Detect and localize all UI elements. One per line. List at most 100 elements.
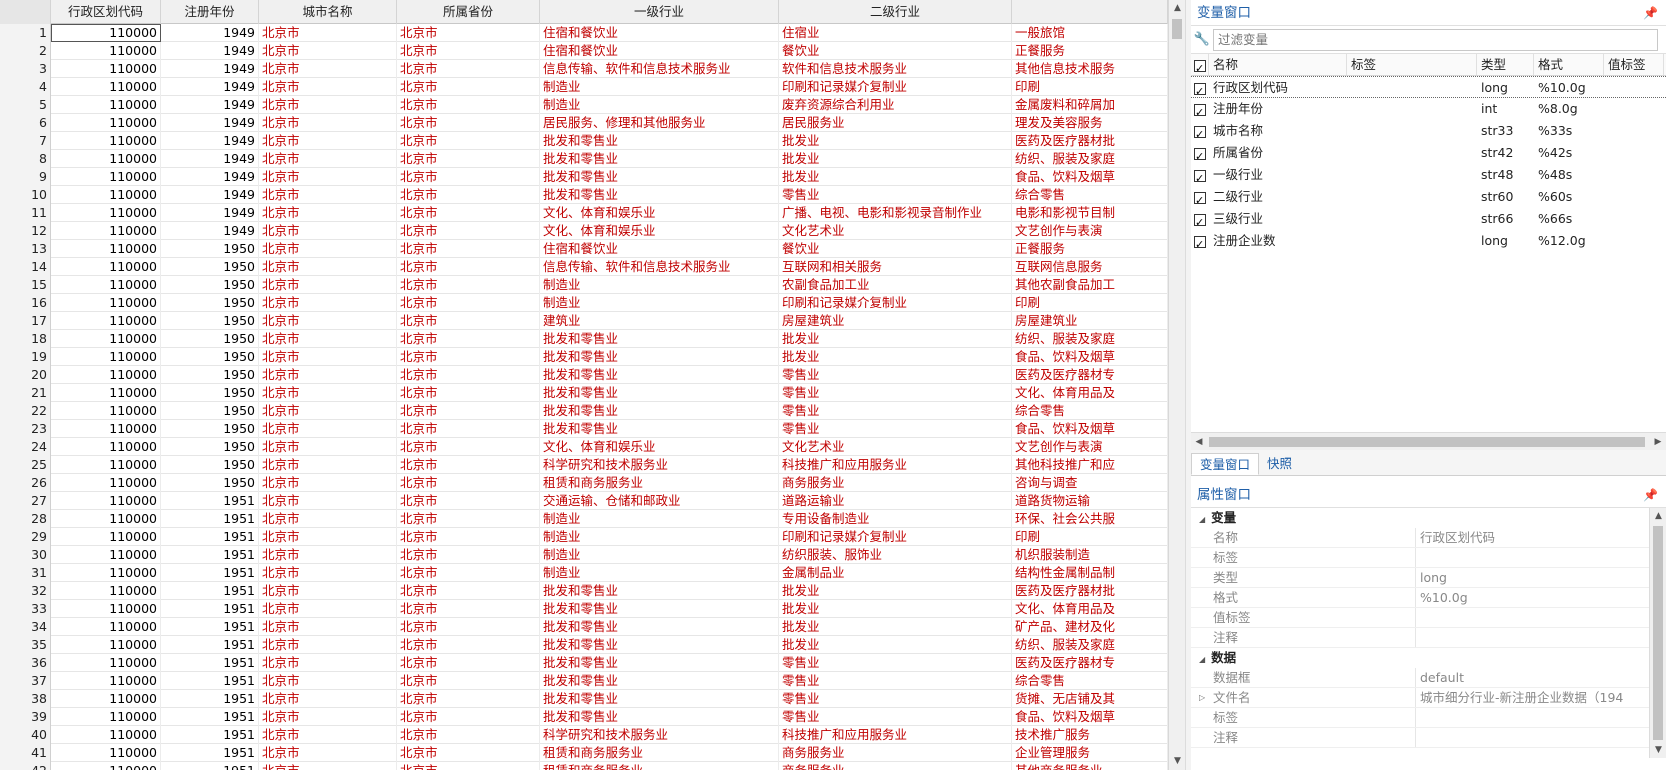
table-cell[interactable]: 北京市 [397,726,540,744]
table-cell[interactable]: 1950 [161,240,259,258]
table-cell[interactable]: 居民服务业 [779,114,1012,132]
table-cell[interactable]: 其他科技推广和应 [1012,456,1168,474]
table-cell[interactable]: 综合零售 [1012,186,1168,204]
table-row[interactable]: 33 110000 1951 北京市 北京市 批发和零售业 批发业 文化、体育用品及 [0,600,1168,618]
table-cell[interactable]: 110000 [51,654,161,672]
table-cell[interactable]: 北京市 [397,168,540,186]
row-number[interactable]: 35 [0,636,51,654]
table-cell[interactable]: 机织服装制造 [1012,546,1168,564]
table-cell[interactable]: 1950 [161,366,259,384]
table-cell[interactable]: 110000 [51,240,161,258]
table-cell[interactable]: 食品、饮料及烟草 [1012,420,1168,438]
table-cell[interactable]: 1951 [161,618,259,636]
table-row[interactable]: 24 110000 1950 北京市 北京市 文化、体育和娱乐业 文化艺术业 文艺创作与表演 [0,438,1168,456]
table-cell[interactable]: 北京市 [259,474,397,492]
table-cell[interactable]: 北京市 [259,276,397,294]
table-cell[interactable]: 北京市 [259,708,397,726]
table-row[interactable]: 9 110000 1949 北京市 北京市 批发和零售业 批发业 食品、饮料及烟草 [0,168,1168,186]
property-value[interactable]: 行政区划代码 [1416,528,1624,547]
table-cell[interactable]: 互联网和相关服务 [779,258,1012,276]
table-cell[interactable]: 批发业 [779,330,1012,348]
table-cell[interactable]: 租赁和商务服务业 [540,762,779,770]
variable-row[interactable]: 一级行业 str48 %48s [1191,164,1666,186]
table-cell[interactable]: 1950 [161,258,259,276]
row-number[interactable]: 1 [0,24,51,42]
row-number[interactable]: 23 [0,420,51,438]
table-cell[interactable]: 电影和影视节目制 [1012,204,1168,222]
table-row[interactable]: 5 110000 1949 北京市 北京市 制造业 废弃资源综合利用业 金属废料和碎屑加 [0,96,1168,114]
table-cell[interactable]: 科技推广和应用服务业 [779,456,1012,474]
table-row[interactable]: 28 110000 1951 北京市 北京市 制造业 专用设备制造业 环保、社会公共服 [0,510,1168,528]
table-cell[interactable]: 北京市 [259,204,397,222]
table-cell[interactable]: 医药及医疗器材专 [1012,654,1168,672]
table-cell[interactable]: 北京市 [397,24,540,42]
table-cell[interactable]: 1950 [161,348,259,366]
table-cell[interactable]: 餐饮业 [779,42,1012,60]
scroll-down-arrow-icon[interactable]: ▼ [1169,753,1186,770]
table-cell[interactable]: 1950 [161,384,259,402]
property-row[interactable]: 值标签 [1191,608,1666,628]
table-cell[interactable]: 其他信息技术服务 [1012,60,1168,78]
table-cell[interactable]: 制造业 [540,510,779,528]
table-cell[interactable]: 住宿和餐饮业 [540,240,779,258]
table-cell[interactable]: 信息传输、软件和信息技术服务业 [540,60,779,78]
table-cell[interactable]: 110000 [51,456,161,474]
table-cell[interactable]: 北京市 [397,222,540,240]
row-number-header[interactable] [0,0,51,24]
table-cell[interactable]: 批发和零售业 [540,384,779,402]
row-number[interactable]: 15 [0,276,51,294]
table-cell[interactable]: 批发和零售业 [540,582,779,600]
table-cell[interactable]: 110000 [51,528,161,546]
table-cell[interactable]: 北京市 [397,456,540,474]
table-cell[interactable]: 理发及美容服务 [1012,114,1168,132]
table-cell[interactable]: 1951 [161,708,259,726]
table-cell[interactable]: 1949 [161,42,259,60]
table-cell[interactable]: 110000 [51,744,161,762]
table-cell[interactable]: 食品、饮料及烟草 [1012,708,1168,726]
row-number[interactable]: 3 [0,60,51,78]
property-row[interactable]: 类型 long [1191,568,1666,588]
table-row[interactable]: 4 110000 1949 北京市 北京市 制造业 印刷和记录媒介复制业 印刷 [0,78,1168,96]
property-row[interactable]: 注释 [1191,628,1666,648]
table-cell[interactable]: 北京市 [397,402,540,420]
row-number[interactable]: 36 [0,654,51,672]
table-cell[interactable]: 批发业 [779,150,1012,168]
row-number[interactable]: 6 [0,114,51,132]
table-cell[interactable]: 1950 [161,294,259,312]
table-row[interactable]: 31 110000 1951 北京市 北京市 制造业 金属制品业 结构性金属制品制 [0,564,1168,582]
table-cell[interactable]: 居民服务、修理和其他服务业 [540,114,779,132]
table-cell[interactable]: 110000 [51,60,161,78]
row-number[interactable]: 5 [0,96,51,114]
scrollbar-thumb[interactable] [1172,19,1182,39]
table-cell[interactable]: 食品、饮料及烟草 [1012,168,1168,186]
table-cell[interactable]: 北京市 [397,420,540,438]
table-cell[interactable]: 110000 [51,78,161,96]
table-cell[interactable]: 文化、体育用品及 [1012,600,1168,618]
table-cell[interactable]: 商务服务业 [779,474,1012,492]
table-cell[interactable]: 110000 [51,582,161,600]
table-cell[interactable]: 110000 [51,438,161,456]
table-cell[interactable]: 110000 [51,474,161,492]
table-row[interactable]: 8 110000 1949 北京市 北京市 批发和零售业 批发业 纺织、服装及家庭 [0,150,1168,168]
table-cell[interactable]: 文化、体育和娱乐业 [540,438,779,456]
row-number[interactable]: 17 [0,312,51,330]
table-cell[interactable]: 1950 [161,420,259,438]
table-cell[interactable]: 1949 [161,60,259,78]
table-cell[interactable]: 110000 [51,672,161,690]
table-cell[interactable]: 北京市 [259,240,397,258]
property-row[interactable]: 标签 [1191,708,1666,728]
row-number[interactable]: 30 [0,546,51,564]
row-number[interactable]: 28 [0,510,51,528]
row-number[interactable]: 34 [0,618,51,636]
variable-row[interactable]: 二级行业 str60 %60s [1191,186,1666,208]
table-cell[interactable]: 110000 [51,618,161,636]
table-cell[interactable]: 零售业 [779,186,1012,204]
table-cell[interactable]: 批发和零售业 [540,348,779,366]
table-cell[interactable]: 批发和零售业 [540,330,779,348]
table-row[interactable]: 11 110000 1949 北京市 北京市 文化、体育和娱乐业 广播、电视、电影和影视录音… [0,204,1168,222]
table-row[interactable]: 23 110000 1950 北京市 北京市 批发和零售业 零售业 食品、饮料及烟草 [0,420,1168,438]
table-cell[interactable]: 110000 [51,24,161,42]
table-row[interactable]: 14 110000 1950 北京市 北京市 信息传输、软件和信息技术服务业 互联网和相关服… [0,258,1168,276]
table-cell[interactable]: 文艺创作与表演 [1012,222,1168,240]
tab-snapshots[interactable]: 快照 [1259,453,1300,475]
